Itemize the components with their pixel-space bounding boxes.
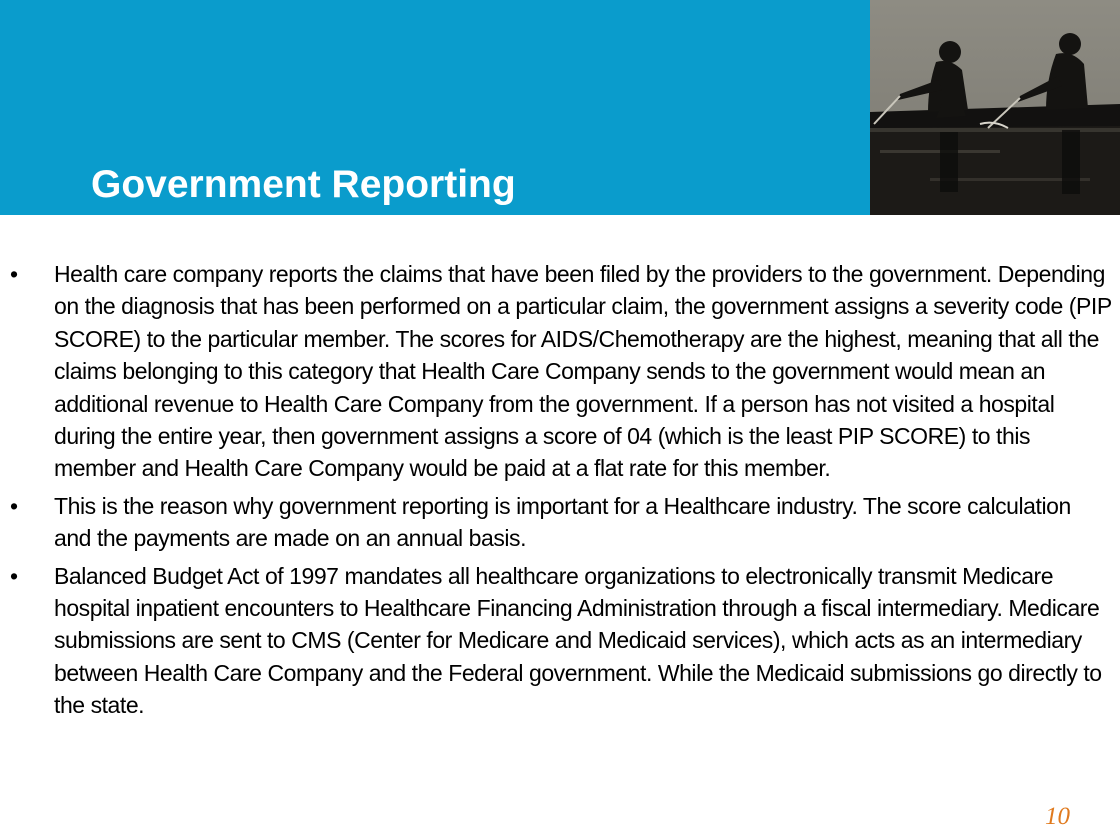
- bullet-marker: •: [10, 492, 18, 519]
- rowers-photo: [870, 0, 1120, 215]
- bullet-item-bba: • Balanced Budget Act of 1997 mandates a…: [0, 560, 1120, 722]
- slide-title: Government Reporting: [91, 163, 516, 206]
- bullet-marker: •: [10, 261, 18, 287]
- bullet-text: This is the reason why government report…: [54, 492, 1071, 552]
- bullet-item-claims: • Health care company reports the claims…: [0, 258, 1120, 485]
- bullet-list: • Health care company reports the claims…: [0, 258, 1120, 727]
- bullet-text: Health care company reports the claims t…: [54, 261, 1112, 482]
- bullet-item-reason: • This is the reason why government repo…: [0, 490, 1120, 555]
- page-number: 10: [1045, 803, 1070, 830]
- bullet-text: Balanced Budget Act of 1997 mandates all…: [54, 562, 1102, 719]
- bullet-marker: •: [10, 562, 18, 589]
